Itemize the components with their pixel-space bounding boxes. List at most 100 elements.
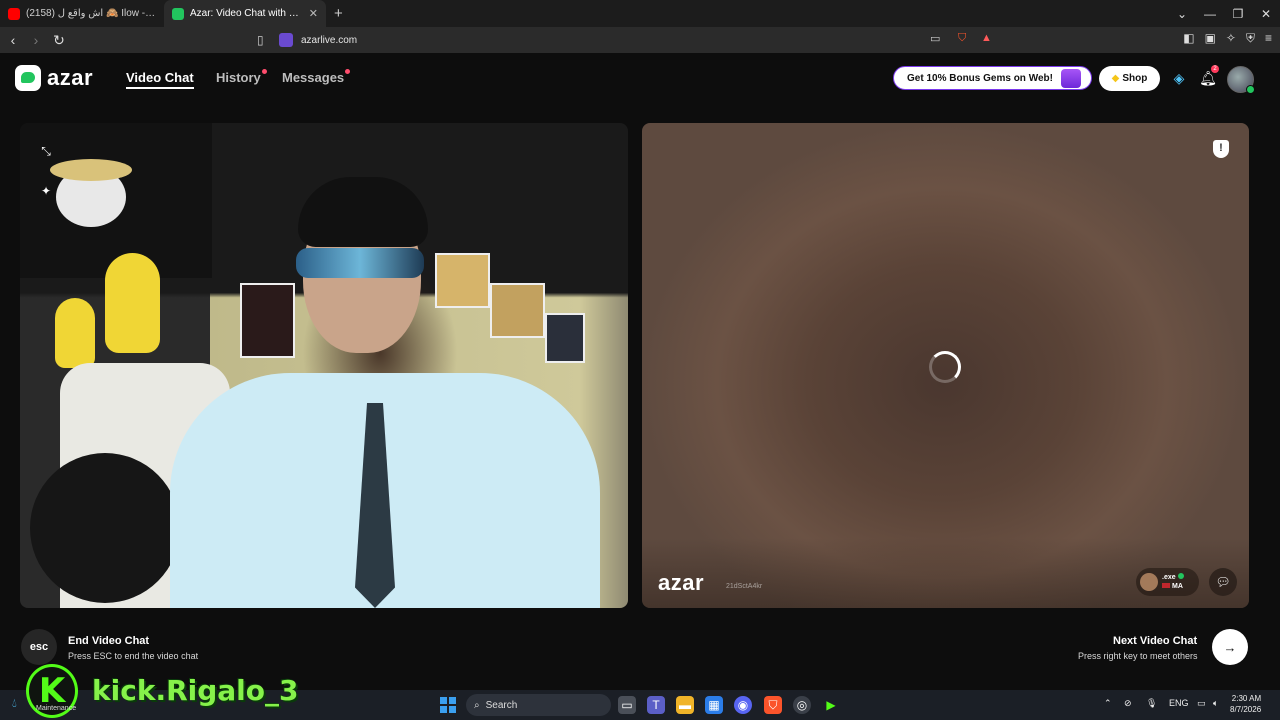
sunglasses — [296, 248, 424, 278]
tab-azar[interactable]: Azar: Video Chat with New People ✕ — [164, 0, 326, 27]
remote-video: ! azar 21dSctA4kr .exe MA 💬︎ — [642, 123, 1249, 608]
hair — [298, 177, 428, 247]
no-wifi-icon[interactable]: ⊘ — [1124, 698, 1132, 709]
volume-icon[interactable]: 🔈︎ — [1213, 698, 1218, 709]
clock-time: 2:30 AM — [1231, 694, 1262, 703]
menu-icon[interactable]: ≡ — [1265, 31, 1272, 46]
forward-icon[interactable]: › — [26, 32, 46, 48]
next-arrow-icon: → — [1223, 639, 1237, 655]
morocco-flag-icon — [1162, 583, 1170, 588]
messages-unread-dot — [345, 69, 350, 74]
esc-button[interactable]: esc — [21, 629, 57, 665]
bonus-label: Get 10% Bonus Gems on Web! — [907, 72, 1053, 84]
poster — [490, 283, 545, 338]
next-video-chat-hint: Press right key to meet others — [1078, 651, 1198, 661]
poster — [240, 283, 295, 358]
start-button[interactable] — [440, 697, 456, 713]
peer-name: .exe — [1162, 574, 1176, 581]
microphone — [30, 453, 180, 603]
nav-history[interactable]: History — [216, 70, 261, 85]
start-icon-tile — [449, 706, 456, 713]
search-icon: ⌕ — [474, 699, 480, 711]
gems-balance-icon[interactable]: ◈ — [1169, 68, 1189, 88]
chrome-icon[interactable]: ◎ — [793, 696, 811, 714]
close-window-icon[interactable]: ✕ — [1252, 7, 1280, 21]
wallet-icon[interactable]: ▣ — [1205, 31, 1216, 46]
system-clock[interactable]: 2:30 AM 8/7/2026 — [1230, 693, 1261, 715]
minion-figure-small — [55, 298, 95, 368]
tray-overflow-icon[interactable]: ⌃ — [1104, 698, 1112, 709]
azar-logo[interactable]: azar — [15, 65, 93, 91]
minion-figure — [105, 253, 160, 353]
tab-youtube[interactable]: (2158) اش واقع ل 🙈 Ilow - YouTube — [0, 0, 164, 27]
shop-label: Shop — [1122, 73, 1148, 84]
cast-icon[interactable]: ▭ — [930, 32, 940, 45]
online-status-dot — [1246, 85, 1255, 94]
kick-sub-label: Maintenance — [36, 705, 77, 712]
close-tab-icon[interactable]: ✕ — [309, 7, 318, 20]
display-icon[interactable]: ▭ — [1197, 698, 1206, 709]
browser-toolbar-right: ◧ ▣ ✧ ⛨ ≡ — [1183, 31, 1272, 46]
next-chat-button[interactable]: → — [1212, 629, 1248, 665]
url-field[interactable]: azarlive.com — [279, 30, 999, 50]
file-explorer-icon[interactable]: ▬ — [676, 696, 694, 714]
gem-icon: ◆ — [1111, 73, 1120, 84]
kick-app-icon[interactable]: ▶ — [822, 696, 840, 714]
weather-icon[interactable]: 💧︎ — [12, 696, 17, 711]
nav-video-chat[interactable]: Video Chat — [126, 70, 194, 89]
teams-icon[interactable]: T — [647, 696, 665, 714]
shop-button[interactable]: ◆ Shop — [1099, 66, 1160, 91]
reload-icon[interactable]: ↻ — [49, 32, 69, 49]
profile-avatar[interactable] — [1227, 66, 1255, 94]
address-bar: ‹ › ↻ ▯ azarlive.com ▭ ⛉ ▲ ◧ ▣ ✧ ⛨ ≡ — [0, 27, 1280, 53]
peer-info-chip[interactable]: .exe MA — [1136, 568, 1199, 596]
microphone-tray-icon[interactable]: 🎙︎ — [1146, 698, 1157, 709]
notification-badge: 2 — [1211, 65, 1219, 73]
leo-ai-icon[interactable]: ✧ — [1226, 31, 1236, 46]
straw-hat-graphic — [50, 159, 132, 181]
restore-icon[interactable]: ❐ — [1224, 7, 1252, 21]
back-icon[interactable]: ‹ — [3, 32, 23, 48]
minimize-icon[interactable]: — — [1196, 7, 1224, 21]
local-video: ⤡ ✦ — [20, 123, 628, 608]
peer-online-dot — [1177, 573, 1184, 579]
url-text: azarlive.com — [301, 34, 358, 46]
bonus-gems-button[interactable]: Get 10% Bonus Gems on Web! — [893, 66, 1092, 90]
azar-watermark: azar — [658, 570, 705, 595]
chat-bubble-icon[interactable]: 💬︎ — [1209, 568, 1237, 596]
nav-messages[interactable]: Messages — [282, 70, 344, 85]
minimize-video-icon[interactable]: ⤡ — [38, 143, 54, 159]
window-controls: ⌄ — ❐ ✕ — [1168, 0, 1280, 27]
azar-favicon-icon — [172, 7, 184, 20]
new-tab-button[interactable]: + — [334, 5, 343, 22]
task-view-icon[interactable]: ▭ — [618, 696, 636, 714]
start-icon-tile — [440, 706, 447, 713]
gift-icon — [1061, 69, 1081, 88]
discord-icon[interactable]: ◉ — [734, 696, 752, 714]
tab-label: (2158) اش واقع ل 🙈 Ilow - YouTube — [26, 8, 156, 19]
youtube-icon — [8, 7, 20, 20]
peer-details: .exe MA — [1162, 573, 1184, 591]
language-indicator[interactable]: ENG — [1169, 698, 1189, 708]
logo-text: azar — [47, 65, 94, 90]
brave-shields-icon[interactable]: ⛉ — [958, 32, 966, 45]
watermark-id: 21dSctA4kr — [726, 583, 763, 590]
bookmark-icon[interactable]: ▯ — [257, 33, 264, 47]
brave-icon[interactable]: ⛉ — [764, 696, 782, 714]
vpn-icon[interactable]: ⛨ — [1246, 31, 1255, 46]
tab-strip: (2158) اش واقع ل 🙈 Ilow - YouTube Azar: … — [0, 0, 1280, 27]
end-video-chat-hint: Press ESC to end the video chat — [68, 651, 199, 661]
report-shield-icon[interactable]: ! — [1213, 140, 1229, 158]
sidebar-icon[interactable]: ◧ — [1183, 31, 1194, 46]
taskbar-search[interactable]: ⌕ Search — [466, 694, 611, 716]
poster — [435, 253, 490, 308]
tab-search-icon[interactable]: ⌄ — [1168, 7, 1196, 21]
loading-spinner-icon — [929, 351, 961, 383]
site-info-icon[interactable] — [279, 33, 293, 47]
next-video-chat-title: Next Video Chat — [1113, 635, 1198, 647]
effects-wand-icon[interactable]: ✦ — [38, 183, 54, 199]
esc-label: esc — [29, 641, 49, 653]
store-icon[interactable]: ▦ — [705, 696, 723, 714]
brave-rewards-icon[interactable]: ▲ — [981, 32, 992, 44]
poster — [545, 313, 585, 363]
